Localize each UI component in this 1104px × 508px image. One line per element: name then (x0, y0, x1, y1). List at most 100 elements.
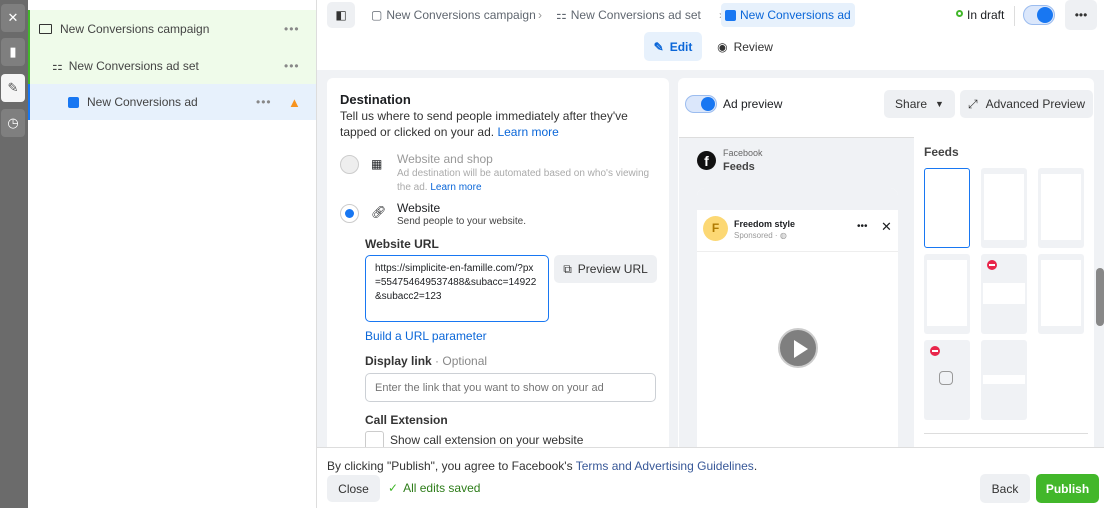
build-url-parameter-link[interactable]: Build a URL parameter (365, 329, 487, 343)
learn-more-link[interactable]: Learn more (497, 125, 558, 139)
publish-button[interactable]: Publish (1036, 474, 1099, 503)
placement-thumb[interactable] (924, 254, 970, 334)
grid-icon: ⚏ (52, 58, 63, 73)
top-bar: ◧ ▢ New Conversions campaign › ⚏ New Conve… (317, 0, 1104, 70)
no-entry-icon (930, 346, 940, 356)
back-button[interactable]: Back (980, 474, 1030, 503)
section-title: Destination (340, 92, 411, 107)
warning-icon: ▲ (288, 94, 301, 110)
expand-icon: ⤢ (968, 96, 978, 111)
ad-mockup: F Freedom style Sponsored · ◍ ••• ✕ (697, 188, 898, 458)
no-entry-icon (987, 260, 997, 270)
more-button[interactable]: ••• (284, 22, 300, 36)
ad-preview-toggle[interactable] (685, 95, 717, 113)
checkbox-label: Show call extension on your website (390, 433, 584, 447)
feeds-title: Feeds (924, 145, 959, 159)
option-title: Website (397, 201, 441, 215)
more-button[interactable]: ••• (284, 59, 300, 73)
placement-thumb[interactable] (1038, 254, 1084, 334)
optional-label: · Optional (431, 354, 488, 368)
breadcrumb-label: New Conversions ad (740, 8, 851, 22)
agreement-suffix: . (753, 459, 758, 473)
field-label: Call Extension (365, 413, 448, 427)
sponsored-label: Sponsored · (734, 231, 780, 240)
section-description: Tell us where to send people immediately… (340, 109, 628, 139)
tree-item-adset[interactable]: ⚏ New Conversions ad set ••• (28, 47, 316, 84)
placement-thumb[interactable] (924, 340, 970, 420)
pencil-icon[interactable]: ✎ (1, 74, 25, 102)
more-icon[interactable]: ••• (857, 221, 868, 232)
tab-edit[interactable]: ✎ Edit (644, 32, 702, 61)
more-button[interactable]: ••• (256, 95, 272, 109)
caret-down-icon: ▼ (935, 99, 944, 109)
tree-item-campaign[interactable]: New Conversions campaign ••• (28, 10, 316, 47)
instagram-icon (939, 371, 953, 385)
globe-icon: ◍ (779, 231, 787, 240)
grid-icon: ⚏ (556, 8, 567, 22)
campaign-tree: New Conversions campaign ••• ⚏ New Conve… (28, 0, 317, 508)
save-status: All edits saved (403, 481, 481, 495)
close-icon[interactable]: ✕ (881, 219, 892, 235)
breadcrumb-adset[interactable]: ⚏ New Conversions ad set (556, 4, 701, 26)
share-button[interactable]: Share ▼ (884, 90, 955, 118)
option-title: Website and shop (397, 152, 493, 166)
field-label: Display link (365, 354, 432, 368)
tree-item-label: New Conversions campaign (60, 21, 210, 36)
tab-review[interactable]: ◉ Review (710, 32, 780, 61)
placement-thumb[interactable] (981, 168, 1027, 248)
status-dot-icon (956, 10, 963, 17)
eye-icon: ◉ (717, 39, 728, 54)
pencil-icon: ✎ (653, 39, 664, 54)
tree-item-label: New Conversions ad (87, 95, 198, 109)
close-button[interactable]: Close (327, 475, 380, 502)
tree-item-ad[interactable]: New Conversions ad ••• ▲ (28, 84, 316, 120)
terms-link[interactable]: Terms and Advertising Guidelines (576, 459, 754, 473)
folder-icon (39, 23, 52, 34)
ad-icon (68, 96, 79, 108)
learn-more-link[interactable]: Learn more (430, 182, 481, 193)
placement-thumb[interactable] (924, 168, 970, 248)
ad-preview-label: Ad preview (723, 97, 783, 111)
toggle-sidebar-icon[interactable]: ◧ (327, 2, 355, 28)
radio-website[interactable] (340, 204, 359, 223)
ad-preview-panel: Ad preview Share ▼ ⤢ Advanced Preview f Fa… (678, 78, 1094, 458)
check-icon: ✓ (388, 481, 399, 495)
placement-thumb[interactable] (981, 254, 1027, 334)
clock-icon[interactable]: ◷ (1, 109, 25, 137)
platform-label: Facebook (723, 148, 763, 158)
button-label: Close (338, 481, 369, 496)
play-icon[interactable] (778, 328, 818, 368)
close-icon[interactable]: ✕ (1, 4, 25, 32)
placement-label: Feeds (723, 161, 755, 173)
radio-website-shop[interactable] (340, 155, 359, 174)
button-label: Back (991, 481, 1019, 496)
breadcrumb-label: New Conversions campaign (386, 8, 536, 22)
chart-icon[interactable]: ▮ (1, 38, 25, 66)
ad-enable-toggle[interactable] (1023, 5, 1055, 25)
page-name: Freedom style (734, 219, 796, 229)
more-options-button[interactable]: ••• (1065, 0, 1097, 30)
breadcrumb-label: New Conversions ad set (570, 8, 701, 22)
preview-url-button[interactable]: ⧉ Preview URL (554, 255, 657, 283)
breadcrumb-ad[interactable]: New Conversions ad (721, 3, 855, 27)
placement-thumb[interactable] (1038, 168, 1084, 248)
placement-thumb[interactable] (981, 340, 1027, 420)
display-link-input[interactable] (365, 373, 656, 402)
footer: By clicking "Publish", you agree to Face… (317, 447, 1104, 508)
status-badge: In draft (967, 8, 1005, 22)
ad-icon (725, 9, 736, 21)
button-label: Advanced Preview (985, 97, 1085, 111)
scrollbar[interactable] (1096, 268, 1104, 326)
shop-icon: ▦ (371, 157, 383, 171)
website-url-input[interactable]: https://simplicite-en-famille.com/?px=55… (365, 255, 549, 322)
external-link-icon: ⧉ (563, 261, 572, 276)
destination-card: Destination Tell us where to send people… (327, 78, 669, 453)
left-rail: ✕ ▮ ✎ ◷ (0, 0, 28, 508)
tab-label: Edit (669, 39, 693, 54)
advanced-preview-button[interactable]: ⤢ Advanced Preview (960, 90, 1093, 118)
breadcrumb-campaign[interactable]: ▢ New Conversions campaign (371, 4, 536, 26)
feed-preview: f Facebook Feeds F Freedom style Sponsor… (679, 137, 914, 458)
page-avatar: F (703, 216, 728, 241)
button-label: Publish (1045, 481, 1090, 496)
agreement-text: By clicking "Publish", you agree to Face… (327, 459, 576, 473)
